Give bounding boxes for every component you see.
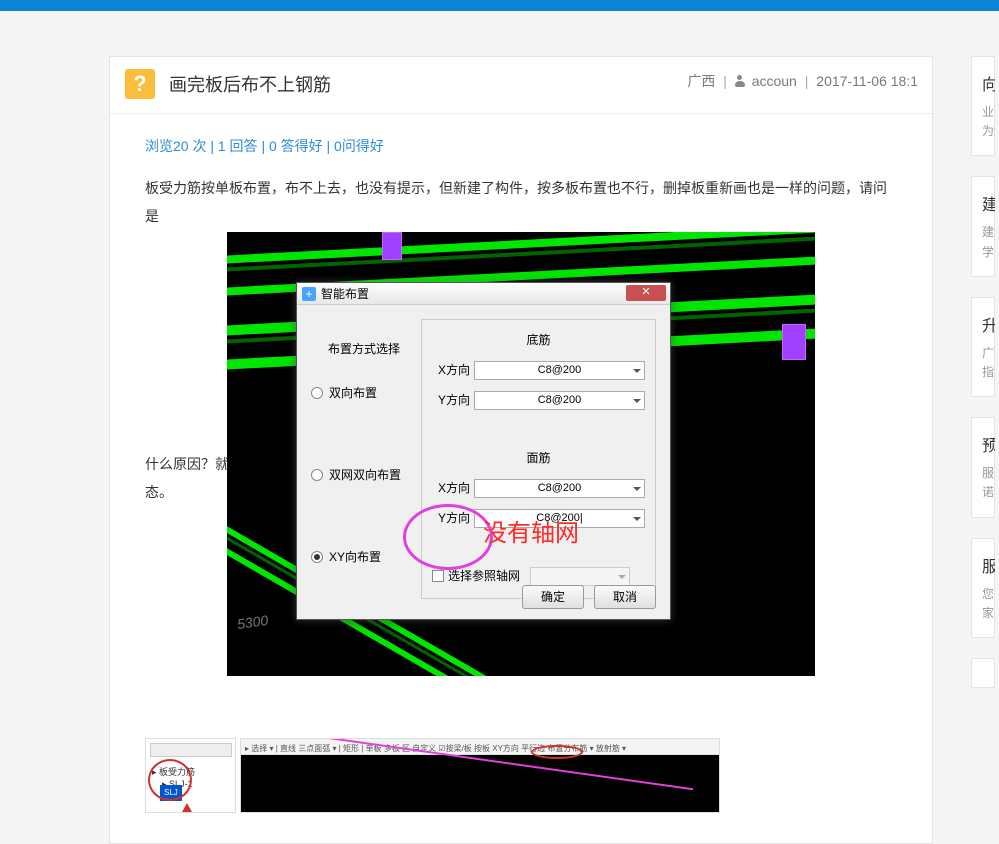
top-x-input[interactable]: C8@200 (474, 479, 645, 498)
meta-location: 广西 (687, 73, 715, 89)
bottom-y-label: Y方向 (432, 388, 470, 412)
cancel-button[interactable]: 取消 (594, 585, 656, 609)
thumbnail-2[interactable]: ▸ 选择 ▾ | 直线 三点面弧 ▾ | 矩形 | 单板 多板 区 自定义 ☑按… (240, 738, 720, 813)
side-card-1[interactable]: 向 业界 为知 (971, 56, 995, 156)
layout-mode-label: 布置方式选择 (307, 337, 421, 361)
question-header: ? 画完板后布不上钢筋 广西 | accoun | 2017-11-06 18:… (110, 57, 932, 114)
group-bottom-label: 底筋 (432, 328, 645, 352)
bottom-x-input[interactable]: C8@200 (474, 361, 645, 380)
cad-dimension: 5300 (235, 606, 270, 638)
thumbnail-row: ▸ 板受力筋 ▸ SLJ-1 SLJ ▸ 选择 ▾ | 直线 三点面弧 ▾ | … (145, 738, 897, 813)
top-x-label: X方向 (432, 476, 470, 500)
side-card-2[interactable]: 建 建筑 学习 (971, 176, 995, 276)
top-bar (0, 0, 999, 11)
dialog-title-text: 智能布置 (321, 282, 369, 306)
meta-author[interactable]: accoun (752, 73, 797, 89)
close-icon[interactable]: ✕ (626, 285, 666, 301)
body-text-1: 板受力筋按单板布置，布不上去，也没有提示，但新建了构件，按多板布置也不行，删掉板… (145, 174, 897, 230)
bottom-x-label: X方向 (432, 358, 470, 382)
radio-xy[interactable]: XY向布置 (311, 545, 421, 569)
thumbnail-1[interactable]: ▸ 板受力筋 ▸ SLJ-1 SLJ (145, 738, 236, 813)
ref-grid-checkbox[interactable] (432, 570, 444, 582)
ref-grid-select[interactable] (530, 567, 630, 586)
user-icon (735, 75, 745, 87)
side-card-4[interactable]: 预 服务 诺贝 (971, 417, 995, 517)
meta-datetime: 2017-11-06 18:1 (816, 73, 918, 89)
dialog-icon: + (302, 287, 316, 301)
dialog-titlebar[interactable]: + 智能布置 ✕ (297, 283, 670, 305)
question-body: 板受力筋按单板布置，布不上去，也没有提示，但新建了构件，按多板布置也不行，删掉板… (110, 164, 932, 813)
side-card-6[interactable] (971, 658, 995, 688)
question-stats[interactable]: 浏览20 次 | 1 回答 | 0 答得好 | 0问得好 (110, 114, 932, 164)
side-card-5[interactable]: 服 您的 家 (971, 538, 995, 638)
bottom-y-input[interactable]: C8@200 (474, 391, 645, 410)
ok-button[interactable]: 确定 (522, 585, 584, 609)
group-top-label: 面筋 (432, 446, 645, 470)
radio-two-way[interactable]: 双向布置 (311, 381, 421, 405)
side-card-3[interactable]: 升 广联 指定 (971, 297, 995, 397)
smart-layout-dialog: + 智能布置 ✕ 布置方式选择 双向布置 双网双向布置 (296, 282, 671, 620)
annotation-text: 没有轴网 (483, 510, 579, 558)
question-panel: ? 画完板后布不上钢筋 广西 | accoun | 2017-11-06 18:… (109, 56, 933, 844)
annotation-circle (403, 504, 493, 570)
question-meta: 广西 | accoun | 2017-11-06 18:1 (687, 71, 918, 91)
question-title: 画完板后布不上钢筋 (169, 71, 331, 97)
sidebar: 向 业界 为知 建 建筑 学习 升 广联 指定 预 服务 诺贝 服 您的 家 (971, 56, 995, 708)
question-mark-icon: ? (125, 69, 155, 99)
radio-double-net[interactable]: 双网双向布置 (311, 463, 421, 487)
screenshot-1: 5300 + 智能布置 ✕ 布置方式选择 双向布置 (227, 232, 815, 676)
